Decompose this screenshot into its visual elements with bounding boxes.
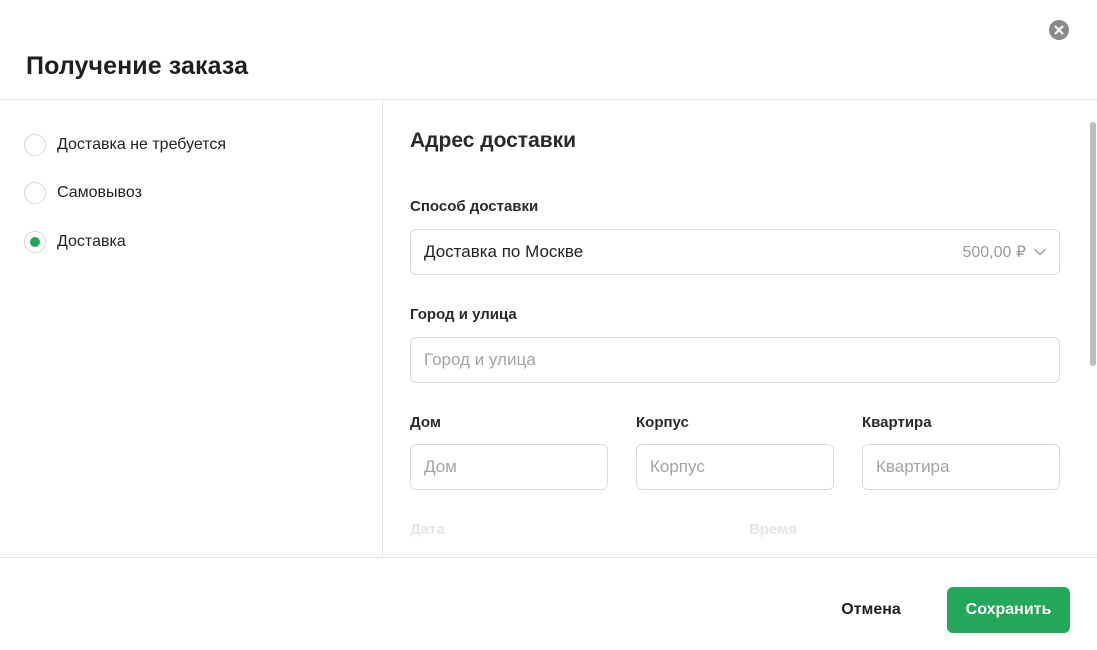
option-label: Доставка не требуется (57, 136, 227, 153)
radio-button-selected[interactable] (24, 231, 46, 253)
scroll-fade (383, 500, 1097, 557)
close-button[interactable] (1049, 20, 1069, 40)
delivery-method-label: Способ доставки (410, 198, 539, 215)
cancel-button[interactable]: Отмена (826, 587, 916, 633)
footer-divider (0, 557, 1097, 558)
radio-button[interactable] (24, 182, 46, 204)
chevron-down-icon (1034, 248, 1046, 256)
city-street-input[interactable] (410, 337, 1060, 383)
date-label: Дата (410, 521, 445, 538)
delivery-method-select[interactable]: Доставка по Москве 500,00 ₽ (410, 229, 1060, 275)
save-button[interactable]: Сохранить (947, 587, 1070, 633)
house-label: Дом (410, 414, 441, 431)
order-receipt-dialog: Получение заказа Доставка не требуется С… (0, 0, 1097, 650)
option-label: Доставка (57, 233, 126, 250)
house-input[interactable] (410, 444, 608, 490)
delivery-address-panel: Адрес доставки Способ доставки Доставка … (383, 100, 1097, 557)
building-input[interactable] (636, 444, 834, 490)
city-street-label: Город и улица (410, 306, 517, 323)
building-label: Корпус (636, 414, 689, 431)
option-label: Самовывоз (57, 184, 142, 201)
time-label: Время (749, 521, 797, 538)
delivery-method-price: 500,00 ₽ (962, 244, 1026, 261)
option-pickup[interactable]: Самовывоз (24, 181, 142, 205)
section-title: Адрес доставки (410, 129, 577, 152)
scrollbar-thumb[interactable] (1090, 122, 1096, 366)
delivery-method-value: Доставка по Москве (424, 242, 584, 261)
apartment-input[interactable] (862, 444, 1060, 490)
option-delivery[interactable]: Доставка (24, 230, 126, 254)
apartment-label: Квартира (862, 414, 932, 431)
radio-button[interactable] (24, 134, 46, 156)
close-icon (1054, 25, 1064, 35)
option-no-delivery[interactable]: Доставка не требуется (24, 133, 226, 157)
radio-dot (30, 237, 40, 247)
dialog-title: Получение заказа (26, 52, 249, 80)
